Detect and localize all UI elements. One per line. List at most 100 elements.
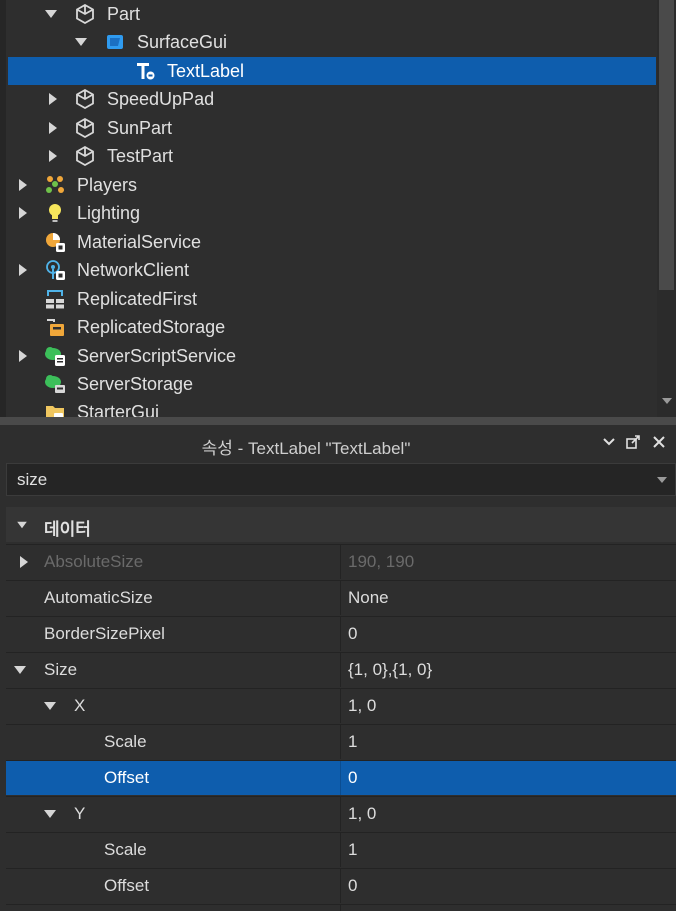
column-separator xyxy=(340,869,341,903)
replicated-first-icon xyxy=(44,288,66,310)
property-row-size[interactable]: Size {1, 0},{1, 0} xyxy=(6,652,676,687)
column-separator xyxy=(340,545,341,579)
collapse-caret-icon[interactable] xyxy=(44,700,56,712)
property-row-x-offset[interactable]: Offset 0 xyxy=(6,760,676,795)
collapse-caret-icon[interactable] xyxy=(17,520,27,530)
tree-item-serverscriptservice[interactable]: ServerScriptService xyxy=(8,342,656,370)
property-name: Y xyxy=(74,804,86,823)
expand-caret-icon[interactable] xyxy=(17,207,29,219)
property-value[interactable]: 0 xyxy=(348,624,357,644)
tree-item-players[interactable]: Players xyxy=(8,171,656,199)
property-row-y-scale[interactable]: Scale 1 xyxy=(6,832,676,867)
property-row-bordersizepixel[interactable]: BorderSizePixel 0 xyxy=(6,616,676,651)
collapse-caret-icon[interactable] xyxy=(45,8,57,20)
tree-item-label: TextLabel xyxy=(167,61,245,81)
property-name: BorderSizePixel xyxy=(44,624,165,643)
scrollbar-thumb[interactable] xyxy=(659,0,674,290)
property-filter[interactable] xyxy=(6,463,676,496)
tree-item-label: ReplicatedStorage xyxy=(77,317,226,337)
property-value: 190, 190 xyxy=(348,552,415,571)
column-separator xyxy=(340,725,341,759)
properties-header: 속성 - TextLabel "TextLabel" xyxy=(0,425,676,461)
property-row-x-scale[interactable]: Scale 1 xyxy=(6,724,676,759)
part-cube-icon xyxy=(74,88,96,110)
close-icon[interactable] xyxy=(650,433,668,451)
expand-caret-icon[interactable] xyxy=(17,264,29,276)
part-cube-icon xyxy=(74,117,96,139)
tree-item-networkclient[interactable]: NetworkClient xyxy=(8,256,656,284)
tree-item-startergui[interactable]: StarterGui xyxy=(8,398,656,417)
collapse-caret-icon[interactable] xyxy=(75,36,87,48)
section-data-header[interactable]: 데이터 xyxy=(6,507,676,542)
expand-caret-icon[interactable] xyxy=(47,122,59,134)
property-row-clipped xyxy=(6,904,676,911)
tree-item-textlabel[interactable]: TextLabel xyxy=(8,57,656,85)
network-client-icon xyxy=(44,259,66,281)
property-value[interactable]: 1, 0 xyxy=(348,696,376,716)
tree-item-sunpart[interactable]: SunPart xyxy=(8,114,656,142)
property-row-absolutesize[interactable]: AbsoluteSize 190, 190 xyxy=(6,544,676,579)
scroll-down-arrow-icon[interactable] xyxy=(662,398,672,404)
property-name: X xyxy=(74,696,86,715)
tree-item-lighting[interactable]: Lighting xyxy=(8,199,656,227)
material-service-icon xyxy=(44,231,66,253)
tree-item-surfacegui[interactable]: SurfaceGui xyxy=(8,28,656,56)
tree-item-label: SunPart xyxy=(107,118,173,138)
column-separator xyxy=(340,617,341,651)
part-cube-icon xyxy=(74,145,96,167)
property-value[interactable]: 1 xyxy=(348,840,357,860)
tree-item-label: ReplicatedFirst xyxy=(77,289,198,309)
property-name: Offset xyxy=(104,876,150,895)
explorer-left-edge xyxy=(0,0,6,417)
tree-item-label: Players xyxy=(77,175,138,195)
tree-item-replicatedstorage[interactable]: ReplicatedStorage xyxy=(8,313,656,341)
property-name: AbsoluteSize xyxy=(44,552,144,571)
collapse-caret-icon[interactable] xyxy=(14,664,26,676)
collapse-caret-icon[interactable] xyxy=(44,808,56,820)
property-value[interactable]: 1 xyxy=(348,732,357,752)
column-separator xyxy=(340,797,341,831)
property-value[interactable]: 0 xyxy=(348,768,357,788)
explorer-panel: Part SurfaceGui TextLabel SpeedUpPad Sun… xyxy=(0,0,676,417)
property-row-y[interactable]: Y 1, 0 xyxy=(6,796,676,831)
property-value[interactable]: 0 xyxy=(348,876,357,896)
tree-item-label: Part xyxy=(107,4,141,24)
chevron-down-icon[interactable] xyxy=(600,433,618,451)
undock-icon[interactable] xyxy=(624,433,642,451)
tree-item-replicatedfirst[interactable]: ReplicatedFirst xyxy=(8,285,656,313)
property-value[interactable]: {1, 0},{1, 0} xyxy=(348,660,432,680)
property-name: AutomaticSize xyxy=(44,588,153,607)
server-storage-icon xyxy=(44,373,66,395)
tree-item-serverstorage[interactable]: ServerStorage xyxy=(8,370,656,398)
expand-caret-icon[interactable] xyxy=(18,556,30,568)
property-row-automaticsize[interactable]: AutomaticSize None xyxy=(6,580,676,615)
replicated-storage-icon xyxy=(44,316,66,338)
properties-title: 속성 - TextLabel "TextLabel" xyxy=(201,439,411,458)
property-value[interactable]: None xyxy=(348,588,389,608)
property-filter-input[interactable] xyxy=(15,469,639,491)
property-name: Scale xyxy=(104,840,147,859)
part-cube-icon xyxy=(74,3,96,25)
tree-item-label: NetworkClient xyxy=(77,260,190,280)
explorer-scrollbar[interactable] xyxy=(657,0,676,417)
tree-item-part[interactable]: Part xyxy=(8,0,656,28)
section-label: 데이터 xyxy=(44,520,91,539)
tree-item-speeduppad[interactable]: SpeedUpPad xyxy=(8,85,656,113)
property-name: Scale xyxy=(104,732,147,751)
expand-caret-icon[interactable] xyxy=(47,93,59,105)
expand-caret-icon[interactable] xyxy=(17,179,29,191)
expand-caret-icon[interactable] xyxy=(17,350,29,362)
tree-item-label: ServerScriptService xyxy=(77,346,237,366)
filter-dropdown-icon[interactable] xyxy=(657,477,667,483)
column-separator xyxy=(340,833,341,867)
tree-item-testpart[interactable]: TestPart xyxy=(8,142,656,170)
property-value[interactable]: 1, 0 xyxy=(348,804,376,824)
tree-item-materialservice[interactable]: MaterialService xyxy=(8,228,656,256)
property-row-y-offset[interactable]: Offset 0 xyxy=(6,868,676,903)
tree-item-label: ServerStorage xyxy=(77,374,194,394)
panel-divider[interactable] xyxy=(0,417,676,425)
expand-caret-icon[interactable] xyxy=(47,150,59,162)
tree-item-label: SurfaceGui xyxy=(137,32,228,52)
players-icon xyxy=(44,174,66,196)
property-row-x[interactable]: X 1, 0 xyxy=(6,688,676,723)
